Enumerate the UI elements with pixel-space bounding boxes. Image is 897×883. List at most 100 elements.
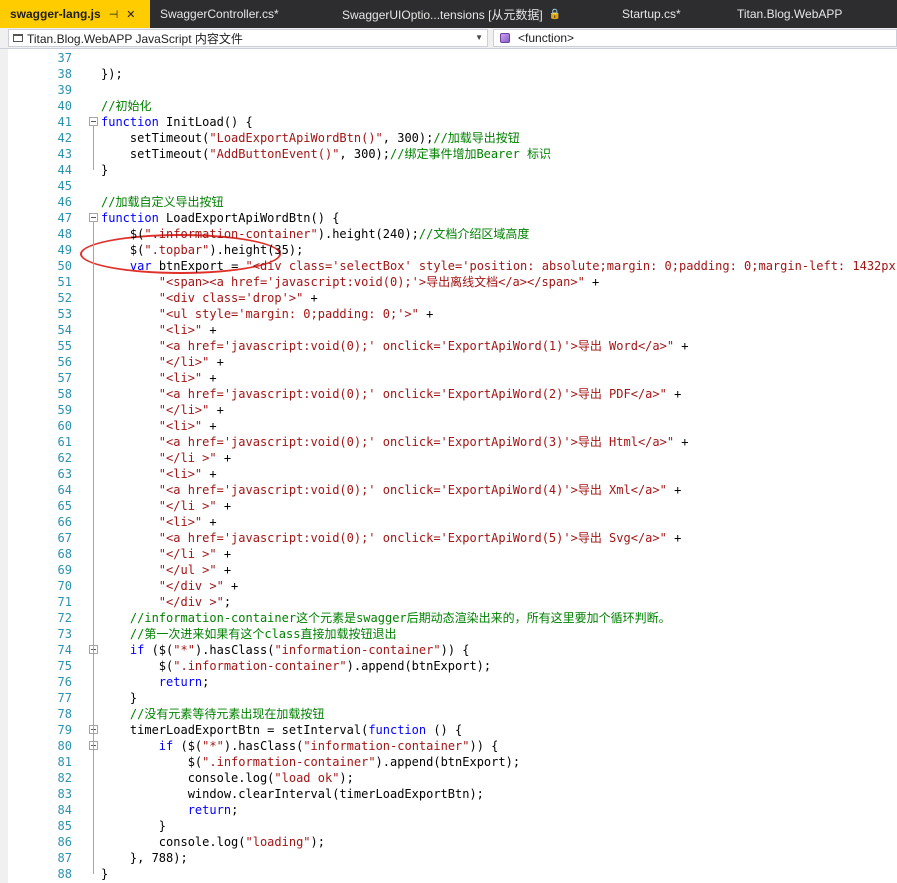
code-line[interactable]: 84 return; <box>8 802 897 818</box>
code-line[interactable]: 58 "<a href='javascript:void(0);' onclic… <box>8 386 897 402</box>
collapse-icon[interactable] <box>89 117 98 126</box>
code-line[interactable]: 51 "<span><a href='javascript:void(0);'>… <box>8 274 897 290</box>
code-token: + <box>303 291 318 305</box>
code-token: return <box>158 675 203 689</box>
code-token: + <box>666 387 682 401</box>
member-dropdown[interactable]: <function> <box>493 29 897 47</box>
code-text: "<li>" + <box>101 514 217 530</box>
code-line[interactable]: 45 <box>8 178 897 194</box>
code-line[interactable]: 37 <box>8 50 897 66</box>
code-line[interactable]: 81 $(".information-container").append(bt… <box>8 754 897 770</box>
code-line[interactable]: 56 "</li>" + <box>8 354 897 370</box>
code-line[interactable]: 65 "</li >" + <box>8 498 897 514</box>
code-line[interactable]: 41 function InitLoad() { <box>8 114 897 130</box>
code-text: //加载自定义导出按钮 <box>101 194 223 210</box>
code-token: function <box>101 115 159 129</box>
code-line[interactable]: 86 console.log("loading"); <box>8 834 897 850</box>
code-line[interactable]: 88} <box>8 866 897 882</box>
code-token: //初始化 <box>101 99 152 113</box>
code-token: "LoadExportApiWordBtn()" <box>209 131 383 145</box>
tab-1[interactable]: SwaggerController.cs* <box>150 0 332 28</box>
code-token: ".topbar" <box>144 243 210 257</box>
code-line[interactable]: 75 $(".information-container").append(bt… <box>8 658 897 674</box>
tab-0[interactable]: swagger-lang.js ⊣ ✕ <box>0 0 150 28</box>
line-number: 54 <box>57 323 72 337</box>
code-line[interactable]: 44} <box>8 162 897 178</box>
line-number: 69 <box>57 563 72 577</box>
close-icon[interactable]: ✕ <box>126 8 135 21</box>
tab-3[interactable]: Startup.cs* <box>612 0 727 28</box>
tab-label: Startup.cs* <box>622 7 681 21</box>
code-line[interactable]: 82 console.log("load ok"); <box>8 770 897 786</box>
code-line[interactable]: 55 "<a href='javascript:void(0);' onclic… <box>8 338 897 354</box>
code-line[interactable]: 43 setTimeout("AddButtonEvent()", 300);/… <box>8 146 897 162</box>
code-text: function InitLoad() { <box>101 114 253 130</box>
line-number: 58 <box>57 387 72 401</box>
line-number: 55 <box>57 339 72 353</box>
code-line[interactable]: 48 $(".information-container").height(24… <box>8 226 897 242</box>
pin-icon[interactable]: ⊣ <box>109 8 119 21</box>
code-line[interactable]: 61 "<a href='javascript:void(0);' onclic… <box>8 434 897 450</box>
code-token: "</ul >" <box>158 563 217 577</box>
code-line[interactable]: 38}); <box>8 66 897 82</box>
code-line[interactable]: 39 <box>8 82 897 98</box>
code-line[interactable]: 77 } <box>8 690 897 706</box>
code-line[interactable]: 71 "</div >"; <box>8 594 897 610</box>
code-line[interactable]: 79 timerLoadExportBtn = setInterval(func… <box>8 722 897 738</box>
code-line[interactable]: 78 //没有元素等待元素出现在加载按钮 <box>8 706 897 722</box>
code-line[interactable]: 63 "<li>" + <box>8 466 897 482</box>
code-line[interactable]: 66 "<li>" + <box>8 514 897 530</box>
code-token: + <box>202 323 217 337</box>
code-line[interactable]: 67 "<a href='javascript:void(0);' onclic… <box>8 530 897 546</box>
code-line[interactable]: 54 "<li>" + <box>8 322 897 338</box>
code-line[interactable]: 40 //初始化 <box>8 98 897 114</box>
code-line[interactable]: 72 //information-container这个元素是swagger后期… <box>8 610 897 626</box>
code-token: ); <box>339 771 354 785</box>
code-line[interactable]: 74 if ($("*").hasClass("information-cont… <box>8 642 897 658</box>
code-text: "<ul style='margin: 0;padding: 0;'>" + <box>101 306 434 322</box>
code-line[interactable]: 83 window.clearInterval(timerLoadExportB… <box>8 786 897 802</box>
code-line[interactable]: 80 if ($("*").hasClass("information-cont… <box>8 738 897 754</box>
code-line[interactable]: 57 "<li>" + <box>8 370 897 386</box>
code-line[interactable]: 53 "<ul style='margin: 0;padding: 0;'>" … <box>8 306 897 322</box>
code-line[interactable]: 68 "</li >" + <box>8 546 897 562</box>
code-line[interactable]: 62 "</li >" + <box>8 450 897 466</box>
line-number: 49 <box>57 243 72 257</box>
line-number: 71 <box>57 595 72 609</box>
code-line[interactable]: 60 "<li>" + <box>8 418 897 434</box>
code-text: "<div class='drop'>" + <box>101 290 318 306</box>
code-line[interactable]: 47 function LoadExportApiWordBtn() { <box>8 210 897 226</box>
code-token: "<li>" <box>158 371 203 385</box>
code-token: setTimeout( <box>101 147 210 161</box>
code-line[interactable]: 69 "</ul >" + <box>8 562 897 578</box>
code-token: ($( <box>173 739 203 753</box>
project-dropdown[interactable]: Titan.Blog.WebAPP JavaScript 内容文件 ▼ <box>8 29 488 47</box>
code-token: }, 788); <box>101 851 188 865</box>
code-line[interactable]: 52 "<div class='drop'>" + <box>8 290 897 306</box>
code-token: $( <box>101 227 145 241</box>
code-line[interactable]: 49 $(".topbar").height(35); <box>8 242 897 258</box>
code-text: "<a href='javascript:void(0);' onclick='… <box>101 338 689 354</box>
code-line[interactable]: 64 "<a href='javascript:void(0);' onclic… <box>8 482 897 498</box>
code-line[interactable]: 70 "</div >" + <box>8 578 897 594</box>
code-line[interactable]: 87 }, 788); <box>8 850 897 866</box>
code-token: + <box>216 451 232 465</box>
code-line[interactable]: 85 } <box>8 818 897 834</box>
tab-4[interactable]: Titan.Blog.WebAPP <box>727 0 897 28</box>
code-editor[interactable]: 37 38}); 39 40//初始化 41 function InitLoad() {… <box>8 49 897 883</box>
code-line[interactable]: 42 setTimeout("LoadExportApiWordBtn()", … <box>8 130 897 146</box>
line-number: 51 <box>57 275 72 289</box>
code-line[interactable]: 59 "</li>" + <box>8 402 897 418</box>
code-line[interactable]: 73 //第一次进来如果有这个class直接加载按钮退出 <box>8 626 897 642</box>
code-line[interactable]: 50 var btnExport = "<div class='selectBo… <box>8 258 897 274</box>
tab-2[interactable]: SwaggerUIOptio...tensions [从元数据] 🔒 <box>332 0 612 28</box>
code-line[interactable]: 46 //加载自定义导出按钮 <box>8 194 897 210</box>
code-line[interactable]: 76 return; <box>8 674 897 690</box>
code-token: + <box>674 339 689 353</box>
collapse-icon[interactable] <box>89 213 98 222</box>
